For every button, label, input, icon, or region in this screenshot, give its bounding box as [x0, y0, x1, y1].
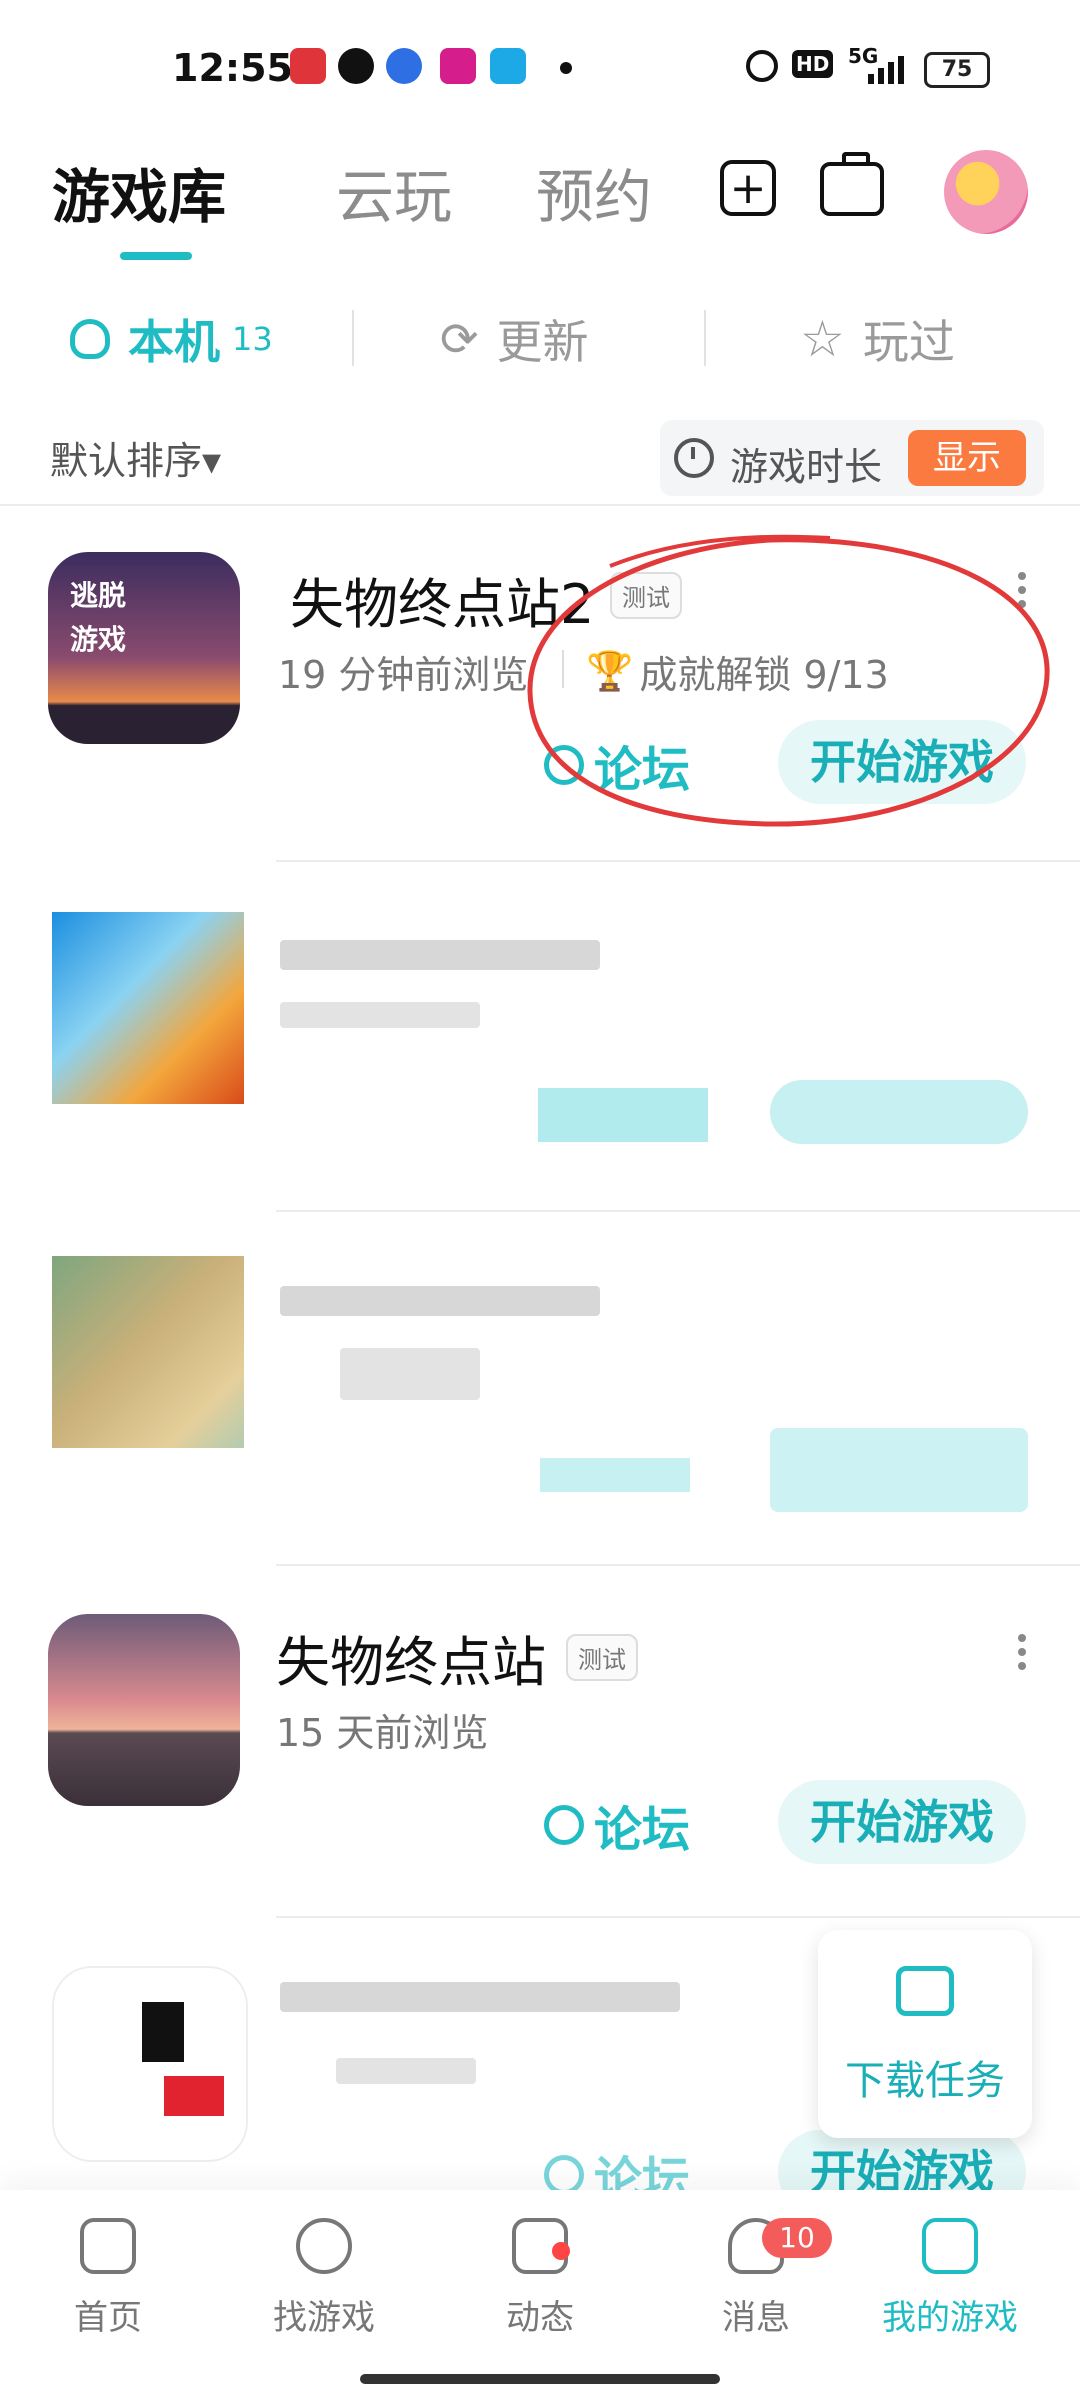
wechat-icon [338, 48, 374, 84]
refresh-icon: ⟳ [440, 312, 479, 366]
notification-dot [560, 62, 572, 74]
game-icon-blurred[interactable] [52, 1966, 248, 2162]
divider [276, 860, 1080, 862]
subtab-local-count: 13 [232, 320, 273, 358]
sort-dropdown[interactable]: 默认排序▾ [50, 430, 221, 485]
blurred-title [280, 1286, 600, 1316]
divider [704, 310, 706, 366]
nav-my-games[interactable]: 我的游戏 [870, 2218, 1030, 2339]
active-tab-indicator [120, 252, 192, 260]
baidu-icon [386, 48, 422, 84]
playtime-label: 游戏时长 [730, 445, 883, 489]
subtab-played[interactable]: ☆ 玩过 [800, 306, 955, 372]
forum-icon [544, 2155, 584, 2195]
browsed-time: 19 分钟前浏览 [278, 653, 529, 697]
feed-red-dot [552, 2242, 570, 2260]
playtime-show-button[interactable]: 显示 [908, 430, 1026, 486]
start-game-button[interactable]: 开始游戏 [778, 1780, 1026, 1864]
game-icon[interactable]: 逃脱 游戏 [48, 552, 240, 744]
game-icon-blurred[interactable] [52, 1256, 244, 1448]
tab-game-library[interactable]: 游戏库 [52, 150, 226, 234]
game-icon-text: 逃脱 游戏 [70, 579, 127, 656]
browsed-time: 15 天前浏览 [276, 1711, 489, 1755]
blurred-title [280, 940, 600, 970]
start-game-button-blurred[interactable] [770, 1080, 1028, 1144]
plus-icon: + [729, 162, 767, 214]
forum-label: 论坛 [594, 1802, 691, 1858]
blurred-subtitle [340, 1348, 480, 1400]
game-icon[interactable] [48, 1614, 240, 1806]
app-icon-2 [490, 48, 526, 84]
download-task-label: 下载任务 [845, 2058, 1005, 2104]
nav-find-games-label: 找游戏 [273, 2298, 375, 2338]
game-title[interactable]: 失物终点站 [276, 1618, 546, 1697]
forum-icon [544, 1805, 584, 1845]
download-icon [896, 1966, 954, 2016]
local-device-icon [70, 319, 110, 359]
nav-feed[interactable]: 动态 [460, 2218, 620, 2339]
nav-home-label: 首页 [74, 2298, 142, 2338]
divider [352, 310, 354, 366]
start-game-button-blurred[interactable] [770, 1428, 1028, 1512]
nav-my-games-label: 我的游戏 [882, 2298, 1018, 2338]
blurred-subtitle [280, 1002, 480, 1028]
more-menu-icon[interactable] [1018, 1634, 1026, 1670]
add-button[interactable]: + [720, 160, 776, 216]
user-avatar[interactable] [944, 150, 1028, 234]
test-badge: 测试 [566, 1634, 638, 1681]
nav-find-games[interactable]: 找游戏 [244, 2218, 404, 2339]
subtab-updates-label: 更新 [496, 315, 589, 369]
gesture-home-bar[interactable] [360, 2374, 720, 2384]
divider [276, 1916, 1080, 1918]
hd-icon: HD [792, 50, 834, 78]
briefcase-icon [842, 152, 870, 166]
planet-icon [296, 2218, 352, 2274]
forum-button[interactable]: 论坛 [544, 1790, 690, 1860]
clock-icon [674, 438, 714, 478]
star-icon: ☆ [800, 310, 845, 368]
battery-indicator: 75 [924, 52, 990, 88]
game-icon-blurred[interactable] [52, 912, 244, 1104]
download-task-button[interactable]: 下载任务 [818, 1930, 1032, 2138]
divider [276, 1210, 1080, 1212]
app-icon [440, 48, 476, 84]
subtab-updates[interactable]: ⟳ 更新 [440, 306, 589, 372]
xiaohongshu-icon [290, 48, 326, 84]
nav-messages-label: 消息 [722, 2298, 790, 2338]
clock-time: 12:55 [172, 46, 293, 90]
nav-feed-label: 动态 [506, 2298, 574, 2338]
toolbox-button[interactable] [820, 152, 884, 216]
divider [276, 1564, 1080, 1566]
nav-home[interactable]: 首页 [28, 2218, 188, 2339]
forum-button-blurred[interactable] [538, 1088, 708, 1142]
tab-reserve[interactable]: 预约 [536, 150, 652, 234]
home-icon [80, 2218, 136, 2274]
bottom-navigation: 首页 找游戏 动态 10 消息 我的游戏 [0, 2190, 1080, 2400]
blurred-subtitle [336, 2058, 476, 2084]
blurred-title [280, 1982, 680, 2012]
subtab-local[interactable]: 本机 13 [70, 306, 273, 372]
red-annotation-circle [527, 534, 1050, 827]
nav-messages[interactable]: 10 消息 [676, 2218, 836, 2339]
tab-cloud-play[interactable]: 云玩 [336, 150, 452, 234]
alarm-icon [746, 50, 778, 82]
subtab-played-label: 玩过 [862, 315, 955, 369]
forum-button-blurred[interactable] [540, 1458, 690, 1492]
signal-icon [868, 54, 908, 84]
messages-badge: 10 [762, 2218, 832, 2258]
subtab-local-label: 本机 [128, 315, 220, 369]
divider [0, 504, 1080, 506]
gamepad-icon [922, 2218, 978, 2274]
playtime-bar: 游戏时长 显示 [660, 420, 1044, 496]
status-bar: 12:55 HD 5G 75 [0, 0, 1080, 140]
